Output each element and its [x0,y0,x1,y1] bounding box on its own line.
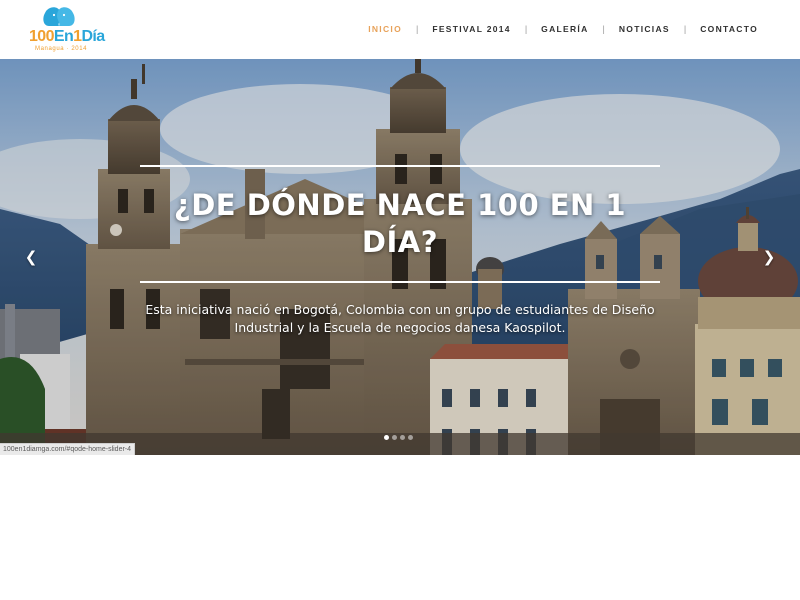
browser-status-url: 100en1diamga.com/#qode-home-slider-4 [0,443,136,455]
nav-item-galeria[interactable]: GALERÍA [541,24,588,34]
slider-dot-2[interactable] [392,435,397,440]
logo-word-en: En [53,28,74,45]
chevron-right-icon[interactable]: ❯ [759,247,779,267]
logo-word-100: 100 [29,28,55,45]
nav-separator: | [524,24,528,34]
chevron-left-icon[interactable]: ❮ [21,247,41,267]
home-slider: ¿DE DÓNDE NACE 100 EN 1 DÍA? Esta inicia… [0,59,800,455]
logo-wordmark: 100En1Día [29,28,105,46]
site-header: 100En1Día Managua · 2014 INICIO | FESTIV… [0,0,800,59]
slide-text: Esta iniciativa nació en Bogotá, Colombi… [145,302,655,335]
two-heads-logo-icon [43,7,75,26]
nav-separator: | [683,24,687,34]
main-nav: INICIO | FESTIVAL 2014 | GALERÍA | NOTIC… [368,22,758,36]
nav-separator: | [415,24,419,34]
page-content-area [0,455,800,600]
caption-divider-bottom [140,281,660,283]
slider-pagination [384,435,413,440]
slide-caption: ¿DE DÓNDE NACE 100 EN 1 DÍA? Esta inicia… [0,59,800,455]
slider-dot-4[interactable] [408,435,413,440]
nav-item-contacto[interactable]: CONTACTO [700,24,758,34]
caption-divider-top [140,165,660,167]
site-logo[interactable]: 100En1Día Managua · 2014 [27,4,105,56]
nav-item-noticias[interactable]: NOTICIAS [619,24,670,34]
slider-dot-1[interactable] [384,435,389,440]
logo-word-dia: Día [81,28,105,45]
nav-item-festival-2014[interactable]: FESTIVAL 2014 [432,24,510,34]
logo-subtitle: Managua · 2014 [35,46,88,52]
nav-item-inicio[interactable]: INICIO [368,24,402,34]
slide-title: ¿DE DÓNDE NACE 100 EN 1 DÍA? [173,188,627,259]
nav-separator: | [602,24,605,34]
slider-dot-3[interactable] [400,435,405,440]
